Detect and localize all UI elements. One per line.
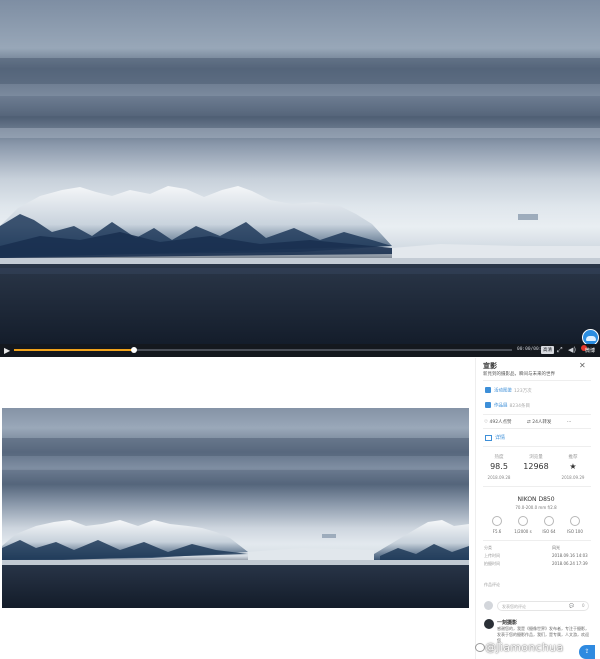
fullscreen-icon[interactable]: ⤢ — [557, 346, 563, 354]
stat-date: 2018.09.28 — [487, 475, 511, 480]
meta-label: 上传时间 — [484, 553, 500, 558]
video-progress-handle[interactable] — [130, 347, 137, 353]
stat-label: 推荐 — [568, 455, 578, 460]
exif-value: 1/2000 s — [514, 529, 532, 534]
meta-label: 拍摄时间 — [484, 561, 500, 566]
aperture-icon — [492, 516, 502, 526]
lens-info: 70.0-200.0 mm f/2.8 — [515, 505, 557, 510]
iso-icon — [544, 516, 554, 526]
comment-icon[interactable]: 💬 — [569, 603, 574, 608]
share-floating-button[interactable]: ⇪ — [579, 645, 595, 659]
watermark: @Jiamonchua — [485, 641, 564, 654]
star-icon: ★ — [569, 462, 577, 471]
badge-row-works[interactable]: 作品展 8234条目 — [485, 402, 530, 409]
share-count: 24人转发 — [532, 420, 552, 425]
stat-value: 98.5 — [490, 462, 508, 471]
author-name[interactable]: 宣影 — [483, 361, 497, 371]
play-icon[interactable]: ▶ — [4, 346, 10, 355]
divider — [483, 380, 591, 381]
avatar[interactable] — [484, 619, 494, 629]
photo-preview[interactable] — [2, 408, 469, 608]
commenter-name[interactable]: 一刻摄影 — [497, 619, 517, 626]
shutter-icon — [518, 516, 528, 526]
video-frame — [0, 0, 600, 344]
comment-input[interactable]: 发表您的评论 — [497, 601, 589, 611]
video-progress-fill — [14, 349, 134, 351]
photo-info-panel: 宣影 新見到的摄影品，瞬间与未来的世界 ✕ 活动图鉴 123万次 作品展 8234条… — [475, 358, 595, 659]
meta-label: 分类 — [484, 545, 492, 550]
video-player[interactable]: ▶ 00:00/00:24 高清 ⤢ ◀) 微博 — [0, 0, 600, 357]
quality-button[interactable]: 高清 — [541, 346, 554, 354]
action-bar: ♡ 492人点赞 ⇄ 24人转发 ⋯ — [484, 419, 578, 425]
badge-label: 活动图鉴 — [494, 388, 512, 394]
divider — [483, 540, 591, 541]
meta-value: 2018.09.16 14:03 — [552, 553, 588, 558]
divider — [483, 446, 591, 447]
video-progress-track[interactable] — [14, 347, 512, 353]
exif-value: ISO 64 — [542, 529, 556, 534]
comment-count: 0 — [582, 603, 585, 608]
divider — [483, 428, 591, 429]
volume-icon[interactable]: ◀) — [568, 346, 576, 354]
like-button[interactable]: ♡ 492人点赞 — [484, 420, 519, 425]
more-icon[interactable]: ⋯ — [567, 420, 572, 425]
badge-row-activity[interactable]: 活动图鉴 123万次 — [485, 387, 532, 394]
avatar — [484, 601, 493, 610]
share-button[interactable]: ⇄ 24人转发 — [527, 420, 558, 425]
stat-date: 2018.09.29 — [561, 475, 585, 480]
like-count: 492人点赞 — [489, 420, 512, 425]
exif-value: F5.6 — [492, 529, 502, 534]
exif-value: ISO 100 — [567, 529, 583, 534]
badge-icon — [485, 402, 491, 408]
divider — [483, 414, 591, 415]
brand-label: 微博 — [585, 348, 596, 354]
badge-count: 123万次 — [514, 388, 532, 394]
stat-value: 12968 — [523, 462, 549, 471]
divider — [483, 486, 591, 487]
meta-value: 2018.06.24 17:39 — [552, 561, 588, 566]
tab-details[interactable]: 详情 — [485, 434, 505, 441]
camera-model: NIKON D850 — [517, 496, 555, 503]
grid-icon — [485, 434, 492, 441]
close-icon[interactable]: ✕ — [579, 362, 586, 370]
stat-label: 热度 — [494, 455, 504, 460]
iso-icon — [570, 516, 580, 526]
meta-value: 风光 — [552, 545, 560, 550]
comment-placeholder: 发表您的评论 — [502, 604, 526, 609]
author-bio: 新見到的摄影品，瞬间与未来的世界 — [483, 372, 555, 377]
stat-label: 浏览量 — [529, 455, 543, 460]
section-label: 作品评论 — [484, 582, 500, 587]
badge-label: 作品展 — [494, 403, 508, 409]
badge-icon — [485, 387, 491, 393]
weibo-watermark-logo-icon — [475, 643, 485, 652]
badge-count: 8234条目 — [509, 403, 530, 409]
video-control-bar: ▶ 00:00/00:24 高清 ⤢ ◀) — [0, 344, 600, 357]
tab-label: 详情 — [495, 435, 506, 441]
